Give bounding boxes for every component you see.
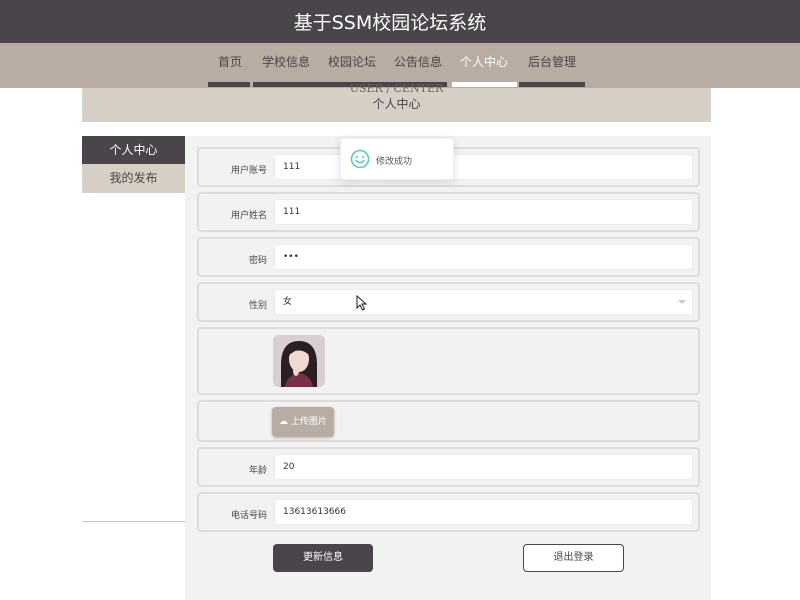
- phone-input[interactable]: 13613613666: [274, 499, 693, 525]
- form-row-age: 年龄 20: [197, 447, 700, 487]
- age-input[interactable]: 20: [274, 454, 693, 480]
- top-title-bar: 基于SSM校园论坛系统: [0, 0, 800, 43]
- form-row-password: 密码 •••: [197, 237, 700, 277]
- nav-item-announcements[interactable]: 公告信息: [394, 53, 442, 70]
- form-row-avatar: [197, 327, 700, 395]
- logout-button[interactable]: 退出登录: [523, 544, 624, 572]
- upload-button-label: 上传图片: [290, 417, 327, 427]
- form-row-phone: 电话号码 13613613666: [197, 492, 700, 532]
- page-banner: USER / CENTER 个人中心: [82, 83, 711, 122]
- chevron-down-icon: [678, 300, 686, 304]
- nav-item-admin[interactable]: 后台管理: [528, 53, 576, 70]
- success-toast: 修改成功: [340, 138, 454, 180]
- page-title: 个人中心: [372, 97, 421, 111]
- gender-label: 性别: [248, 301, 267, 311]
- site-title: 基于SSM校园论坛系统: [293, 12, 487, 34]
- avatar: [273, 335, 325, 387]
- banner-subtitle: USER / CENTER: [349, 82, 444, 95]
- form-row-upload: ☁ 上传图片: [197, 400, 700, 442]
- account-input[interactable]: 111: [274, 154, 693, 180]
- form-row-gender: 性别 女: [197, 282, 700, 322]
- nav-item-home[interactable]: 首页: [218, 53, 242, 70]
- smile-icon: [350, 149, 370, 169]
- mouse-cursor-icon: [356, 295, 368, 311]
- form-row-name: 用户姓名 111: [197, 192, 700, 232]
- nav-item-school-info[interactable]: 学校信息: [262, 53, 310, 70]
- sidebar: 个人中心 我的发布: [82, 136, 185, 522]
- phone-label: 电话号码: [230, 511, 267, 521]
- nav-item-forum[interactable]: 校园论坛: [328, 53, 376, 70]
- cloud-upload-icon: ☁: [279, 417, 289, 427]
- password-label: 密码: [248, 256, 267, 266]
- avatar-image: [273, 335, 325, 387]
- age-label: 年龄: [248, 466, 267, 476]
- update-info-button[interactable]: 更新信息: [273, 544, 373, 572]
- password-input[interactable]: •••: [274, 244, 693, 270]
- gender-select[interactable]: 女: [274, 289, 693, 315]
- name-label: 用户姓名: [230, 211, 267, 221]
- sidebar-item-my-posts[interactable]: 我的发布: [82, 164, 185, 193]
- account-label: 用户账号: [230, 166, 267, 176]
- toast-message: 修改成功: [376, 157, 413, 167]
- gender-selected-value: 女: [283, 297, 293, 307]
- nav-item-user-center[interactable]: 个人中心: [460, 53, 508, 70]
- upload-image-button[interactable]: ☁ 上传图片: [272, 407, 334, 437]
- name-input[interactable]: 111: [274, 199, 693, 225]
- sidebar-item-user-center[interactable]: 个人中心: [82, 136, 185, 164]
